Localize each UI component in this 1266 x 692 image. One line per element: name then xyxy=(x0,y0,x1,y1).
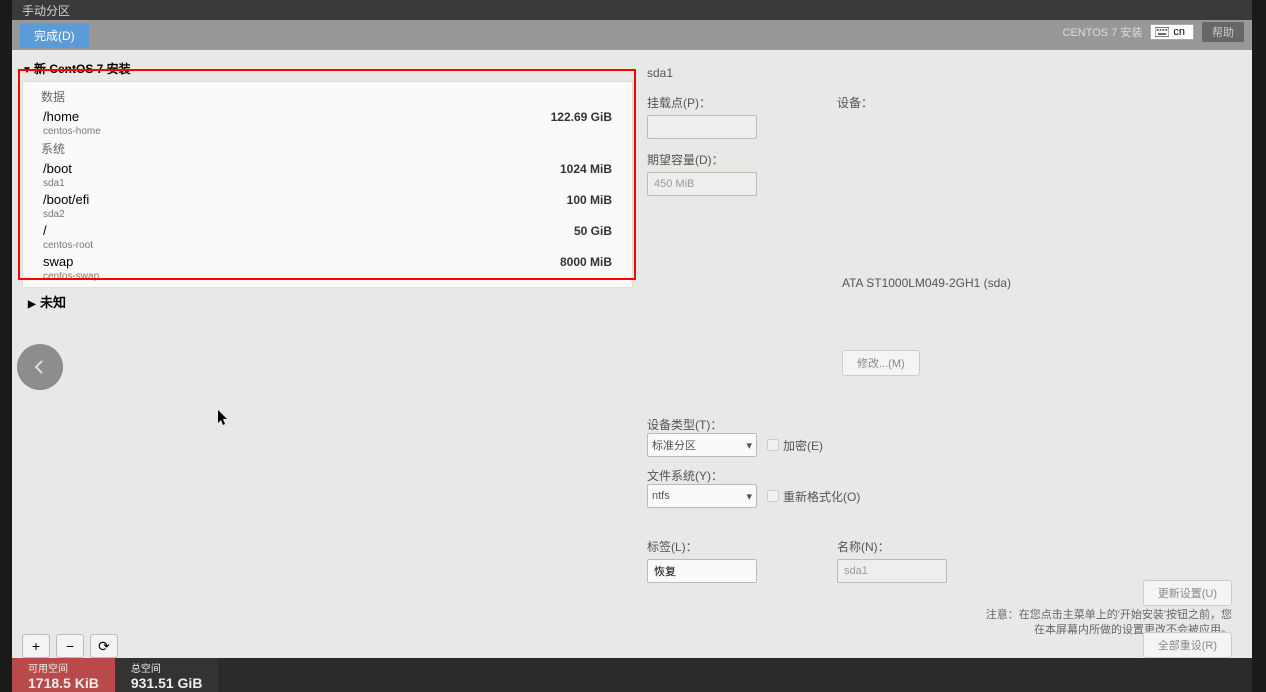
label-label: 标签(L)： xyxy=(647,538,757,555)
refresh-button[interactable]: ⟳ xyxy=(90,634,118,658)
partition-device: centos-root xyxy=(43,240,93,251)
encrypt-input[interactable] xyxy=(767,439,779,451)
label-input[interactable] xyxy=(647,559,757,583)
capacity-input[interactable] xyxy=(647,172,757,196)
reformat-input[interactable] xyxy=(767,490,779,502)
window-title: 手动分区 xyxy=(12,0,1252,20)
capacity-label: 期望容量(D)： xyxy=(647,151,757,168)
add-partition-button[interactable]: + xyxy=(22,634,50,658)
installer-title: CENTOS 7 安装 xyxy=(1063,24,1143,40)
filesystem-value: ntfs xyxy=(652,490,670,502)
total-space-label: 总空间 xyxy=(131,660,203,675)
partition-size: 8000 MiB xyxy=(560,255,612,269)
partition-size: 50 GiB xyxy=(574,224,612,238)
partition-name: / xyxy=(43,223,47,238)
partition-list: 数据 /home centos-home 122.69 GiB 系统 /boot… xyxy=(22,81,633,288)
unknown-header-toggle[interactable]: ▶未知 xyxy=(22,288,637,315)
all-reset-button[interactable]: 全部重设(R) xyxy=(1143,632,1232,658)
partition-row-home[interactable]: /home centos-home 122.69 GiB xyxy=(23,107,632,138)
available-space-label: 可用空间 xyxy=(28,660,99,675)
lang-label: cn xyxy=(1173,26,1185,38)
data-section-label: 数据 xyxy=(23,86,632,107)
chevron-left-icon xyxy=(32,359,48,375)
partition-device: centos-swap xyxy=(43,271,99,282)
update-settings-button[interactable]: 更新设置(U) xyxy=(1143,580,1232,606)
note-line-1: 注意：在您点击主菜单上的'开始安装'按钮之前，您 xyxy=(986,608,1232,623)
disk-info: ATA ST1000LM049-2GH1 (sda) xyxy=(842,276,1232,290)
chevron-right-icon: ▶ xyxy=(28,299,40,310)
selected-device-name: sda1 xyxy=(647,66,1232,80)
chevron-down-icon: ▼ xyxy=(22,65,34,76)
partition-name: /boot xyxy=(43,161,72,176)
remove-partition-button[interactable]: − xyxy=(56,634,84,658)
encrypt-checkbox[interactable]: 加密(E) xyxy=(767,437,823,454)
partition-row-root[interactable]: / centos-root 50 GiB xyxy=(23,221,632,252)
device-type-value: 标准分区 xyxy=(652,437,696,453)
keyboard-indicator[interactable]: cn xyxy=(1150,24,1194,40)
unknown-label: 未知 xyxy=(40,295,66,310)
filesystem-label: 文件系统(Y)： xyxy=(647,469,723,483)
available-space-value: 1718.5 KiB xyxy=(28,675,99,691)
install-header-label: 新 CentOS 7 安装 xyxy=(34,62,131,76)
partition-row-swap[interactable]: swap centos-swap 8000 MiB xyxy=(23,252,632,283)
name-input[interactable] xyxy=(837,559,947,583)
name-label: 名称(N)： xyxy=(837,538,947,555)
footer-bar: 可用空间 1718.5 KiB 总空间 931.51 GiB xyxy=(12,658,1252,692)
partition-name: swap xyxy=(43,254,73,269)
partition-name: /boot/efi xyxy=(43,192,89,207)
partition-device: centos-home xyxy=(43,126,101,137)
partition-device: sda2 xyxy=(43,209,89,220)
device-type-select[interactable]: 标准分区 ▾ xyxy=(647,433,757,457)
partition-size: 122.69 GiB xyxy=(551,110,612,124)
partition-size: 1024 MiB xyxy=(560,162,612,176)
modify-button[interactable]: 修改...(M) xyxy=(842,350,920,376)
encrypt-label: 加密(E) xyxy=(783,437,823,454)
total-space-value: 931.51 GiB xyxy=(131,675,203,691)
mountpoint-input[interactable] xyxy=(647,115,757,139)
reformat-label: 重新格式化(O) xyxy=(783,488,860,505)
available-space-block: 可用空间 1718.5 KiB xyxy=(12,658,115,692)
mountpoint-label: 挂载点(P)： xyxy=(647,94,757,111)
partition-name: /home xyxy=(43,109,79,124)
device-section-label: 设备： xyxy=(837,94,873,111)
back-overlay-button[interactable] xyxy=(17,344,63,390)
chevron-down-icon: ▾ xyxy=(746,439,752,452)
total-space-block: 总空间 931.51 GiB xyxy=(115,658,219,692)
mouse-cursor-icon xyxy=(218,410,230,431)
partition-row-boot[interactable]: /boot sda1 1024 MiB xyxy=(23,159,632,190)
help-button[interactable]: 帮助 xyxy=(1202,22,1244,42)
reformat-checkbox[interactable]: 重新格式化(O) xyxy=(767,488,860,505)
partition-row-bootefi[interactable]: /boot/efi sda2 100 MiB xyxy=(23,190,632,221)
header-bar: 完成(D) CENTOS 7 安装 cn 帮助 xyxy=(12,20,1252,50)
device-type-label: 设备类型(T)： xyxy=(647,418,722,432)
done-button[interactable]: 完成(D) xyxy=(20,23,89,48)
partition-device: sda1 xyxy=(43,178,72,189)
partition-size: 100 MiB xyxy=(567,193,612,207)
filesystem-select[interactable]: ntfs ▾ xyxy=(647,484,757,508)
chevron-down-icon: ▾ xyxy=(746,490,752,503)
system-section-label: 系统 xyxy=(23,138,632,159)
keyboard-icon xyxy=(1155,27,1169,37)
install-header-toggle[interactable]: ▼新 CentOS 7 安装 xyxy=(22,58,637,79)
